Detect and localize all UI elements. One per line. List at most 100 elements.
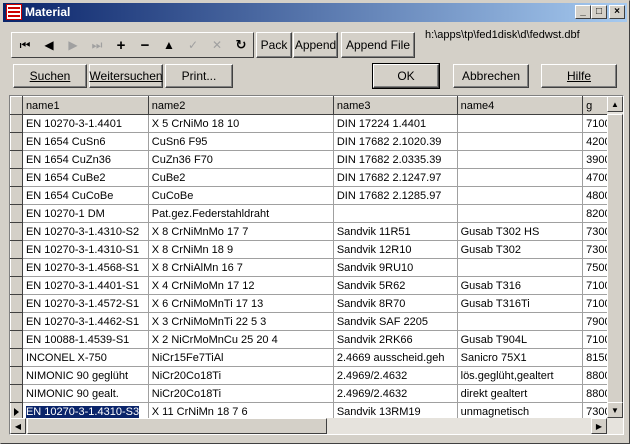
table-row[interactable]: EN 10088-1.4539-S1 X 2 NiCrMoMnCu 25 20 4…	[10, 330, 623, 349]
table-cell-name4[interactable]	[456, 258, 584, 277]
table-cell-name4[interactable]	[456, 114, 584, 133]
table-cell-name3[interactable]: Sandvik 11R51	[332, 222, 458, 241]
prev-record-icon[interactable]: ◀	[37, 34, 61, 56]
row-indicator[interactable]	[10, 114, 23, 133]
table-cell-name4[interactable]	[456, 132, 584, 151]
table-cell-name4[interactable]: Gusab T904L	[456, 330, 584, 349]
hilfe-button[interactable]: Hilfe	[541, 64, 617, 88]
table-cell-name1[interactable]: EN 10270-3-1.4572-S1	[21, 294, 149, 313]
row-indicator[interactable]	[10, 330, 23, 349]
table-cell-name2[interactable]: CuSn6 F95	[147, 132, 334, 151]
pack-button[interactable]: Pack	[256, 32, 292, 58]
row-indicator[interactable]	[10, 384, 23, 403]
column-header-name3[interactable]: name3	[332, 96, 458, 115]
table-row[interactable]: EN 10270-3-1.4310-S2 X 8 CrNiMnMo 17 7 San…	[10, 222, 623, 241]
table-row[interactable]: EN 1654 CuBe2 CuBe2 DIN 17682 2.1247.97 470…	[10, 168, 623, 187]
table-cell-name2[interactable]: Pat.gez.Federstahldraht	[147, 204, 334, 223]
row-indicator[interactable]	[10, 150, 23, 169]
table-row[interactable]: EN 10270-3-1.4568-S1 X 8 CrNiAlMn 16 7 San…	[10, 258, 623, 277]
add-record-icon[interactable]: +	[109, 34, 133, 56]
table-cell-name2[interactable]: NiCr20Co18Ti	[147, 384, 334, 403]
table-cell-name1[interactable]: EN 1654 CuZn36	[21, 150, 149, 169]
table-row[interactable]: EN 10270-3-1.4401-S1 X 4 CrNiMoMn 17 12 Sa…	[10, 276, 623, 295]
row-indicator[interactable]	[10, 168, 23, 187]
table-row[interactable]: EN 1654 CuCoBe CuCoBe DIN 17682 2.1285.97 4…	[10, 186, 623, 205]
table-cell-name2[interactable]: CuBe2	[147, 168, 334, 187]
table-cell-name3[interactable]: DIN 17682 2.1020.39	[332, 132, 458, 151]
horizontal-scrollbar[interactable]: ◀ ▶	[10, 418, 623, 434]
table-cell-name4[interactable]: Gusab T302 HS	[456, 222, 584, 241]
row-indicator[interactable]	[10, 366, 23, 385]
maximize-button[interactable]: □	[591, 5, 607, 19]
refresh-icon[interactable]: ↻	[229, 34, 253, 56]
row-indicator[interactable]	[10, 222, 23, 241]
table-cell-name1[interactable]: EN 1654 CuBe2	[21, 168, 149, 187]
table-cell-name2[interactable]: NiCr15Fe7TiAl	[147, 348, 334, 367]
row-indicator[interactable]	[10, 186, 23, 205]
table-cell-name3[interactable]: Sandvik 8R70	[332, 294, 458, 313]
table-cell-name1[interactable]: EN 1654 CuCoBe	[21, 186, 149, 205]
table-cell-name3[interactable]: 2.4669 ausscheid.geh	[332, 348, 458, 367]
table-cell-name2[interactable]: CuZn36 F70	[147, 150, 334, 169]
table-row[interactable]: NIMONIC 90 geglüht NiCr20Co18Ti 2.4969/2.4…	[10, 366, 623, 385]
table-cell-name3[interactable]: 2.4969/2.4632	[332, 366, 458, 385]
weitersuchen-button[interactable]: Weitersuchen	[89, 64, 163, 88]
table-row[interactable]: EN 10270-3-1.4462-S1 X 3 CrNiMoMnTi 22 5 …	[10, 312, 623, 331]
table-cell-name4[interactable]	[456, 312, 584, 331]
next-record-icon[interactable]: ▶	[61, 34, 85, 56]
row-indicator[interactable]	[10, 204, 23, 223]
table-cell-name2[interactable]: X 5 CrNiMo 18 10	[147, 114, 334, 133]
table-cell-name4[interactable]	[456, 204, 584, 223]
table-cell-name3[interactable]: DIN 17682 2.1285.97	[332, 186, 458, 205]
table-cell-name2[interactable]: X 6 CrNiMoMnTi 17 13	[147, 294, 334, 313]
table-cell-name4[interactable]: lös.geglüht,gealtert	[456, 366, 584, 385]
table-cell-name4[interactable]: direkt gealtert	[456, 384, 584, 403]
post-edit-icon[interactable]: ✓	[181, 34, 205, 56]
table-cell-name4[interactable]	[456, 168, 584, 187]
row-indicator[interactable]	[10, 240, 23, 259]
table-row[interactable]: EN 10270-3-1.4401 X 5 CrNiMo 18 10 DIN 172…	[10, 114, 623, 133]
table-row[interactable]: INCONEL X-750 NiCr15Fe7TiAl 2.4669 aussche…	[10, 348, 623, 367]
table-row[interactable]: EN 10270-3-1.4310-S1 X 8 CrNiMn 18 9 Sandv…	[10, 240, 623, 259]
table-cell-name1[interactable]: EN 10270-3-1.4401-S1	[21, 276, 149, 295]
table-cell-name3[interactable]: Sandvik 5R62	[332, 276, 458, 295]
table-cell-name3[interactable]: DIN 17224 1.4401	[332, 114, 458, 133]
scroll-left-icon[interactable]: ◀	[10, 418, 26, 434]
table-cell-name3[interactable]: Sandvik SAF 2205	[332, 312, 458, 331]
append-file-button[interactable]: Append File	[341, 32, 415, 58]
print-button[interactable]: Print...	[165, 64, 233, 88]
table-cell-name1[interactable]: NIMONIC 90 geglüht	[21, 366, 149, 385]
table-cell-name1[interactable]: EN 10270-3-1.4568-S1	[21, 258, 149, 277]
table-cell-name4[interactable]	[456, 150, 584, 169]
vertical-scroll-thumb[interactable]	[607, 114, 623, 404]
row-indicator[interactable]	[10, 348, 23, 367]
edit-up-icon[interactable]: ▲	[157, 34, 181, 56]
table-cell-name2[interactable]: CuCoBe	[147, 186, 334, 205]
last-record-icon[interactable]: ⏭	[85, 34, 109, 56]
table-cell-name2[interactable]: X 2 NiCrMoMnCu 25 20 4	[147, 330, 334, 349]
row-indicator[interactable]	[10, 132, 23, 151]
delete-record-icon[interactable]: −	[133, 34, 157, 56]
table-cell-name4[interactable]: Gusab T302	[456, 240, 584, 259]
table-cell-name2[interactable]: X 8 CrNiMnMo 17 7	[147, 222, 334, 241]
table-row[interactable]: EN 10270-1 DM Pat.gez.Federstahldraht 8200	[10, 204, 623, 223]
append-button[interactable]: Append	[293, 32, 338, 58]
column-header-name2[interactable]: name2	[147, 96, 334, 115]
column-header-name1[interactable]: name1	[21, 96, 149, 115]
table-cell-name2[interactable]: X 8 CrNiMn 18 9	[147, 240, 334, 259]
table-cell-name1[interactable]: INCONEL X-750	[21, 348, 149, 367]
table-cell-name2[interactable]: X 4 CrNiMoMn 17 12	[147, 276, 334, 295]
abbrechen-button[interactable]: Abbrechen	[453, 64, 529, 88]
table-cell-name1[interactable]: EN 10270-3-1.4310-S2	[21, 222, 149, 241]
close-button[interactable]: ×	[609, 5, 625, 19]
table-cell-name4[interactable]: Sanicro 75X1	[456, 348, 584, 367]
cancel-edit-icon[interactable]: ✕	[205, 34, 229, 56]
table-cell-name1[interactable]: EN 1654 CuSn6	[21, 132, 149, 151]
table-row[interactable]: NIMONIC 90 gealt. NiCr20Co18Ti 2.4969/2.46…	[10, 384, 623, 403]
scroll-down-icon[interactable]: ▼	[607, 402, 623, 418]
ok-button[interactable]: OK	[372, 63, 440, 89]
row-indicator[interactable]	[10, 276, 23, 295]
data-grid[interactable]: name1 name2 name3 name4 g EN 10270-3-1.4401 X…	[9, 95, 624, 435]
table-cell-name3[interactable]	[332, 204, 458, 223]
table-cell-name2[interactable]: X 8 CrNiAlMn 16 7	[147, 258, 334, 277]
